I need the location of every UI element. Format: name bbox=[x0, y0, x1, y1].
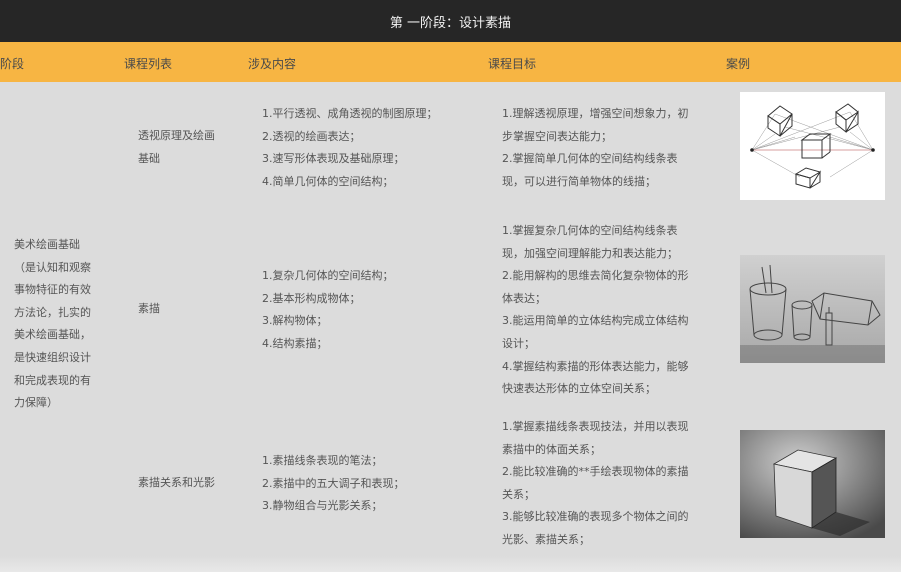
stage-line: 力保障） bbox=[14, 396, 58, 410]
stage-line: 美术绘画基础， bbox=[14, 328, 91, 342]
goal-cell: 1.理解透视原理，增强空间想象力，初 步掌握空间表达能力； 2.掌握简单几何体的… bbox=[502, 103, 689, 193]
content-line: 2.素描中的五大调子和表现； bbox=[262, 476, 405, 490]
goal-line: 素描中的体面关系； bbox=[502, 442, 601, 456]
course-line: 透视原理及绘画 bbox=[138, 129, 215, 142]
content-line: 3.静物组合与光影关系； bbox=[262, 499, 383, 513]
page-title: 第 一阶段：设计素描 bbox=[389, 15, 512, 31]
goal-line: 快速表达形体的立体空间关系； bbox=[502, 382, 656, 396]
bottom-fade bbox=[0, 556, 901, 572]
course-line: 素描关系和光影 bbox=[138, 476, 215, 489]
page-title-bar: 第 一阶段：设计素描 bbox=[0, 0, 901, 42]
goal-line: 4.掌握结构素描的形体表达能力，能够 bbox=[502, 359, 689, 373]
header-goal: 课程目标 bbox=[488, 57, 537, 71]
goal-line: 体表达； bbox=[502, 291, 546, 305]
header-case: 案例 bbox=[726, 57, 751, 71]
goal-line: 关系； bbox=[502, 487, 535, 501]
goal-line: 现，加强空间理解能力和表达能力； bbox=[502, 246, 678, 260]
stage-cell: 美术绘画基础 （是认知和观察 事物特征的有效 方法论，扎实的 美术绘画基础， 是… bbox=[14, 234, 91, 415]
content-line: 1.复杂几何体的空间结构； bbox=[262, 269, 394, 282]
course-cell: 素描 bbox=[138, 298, 160, 321]
course-line: 素描 bbox=[138, 302, 160, 315]
goal-line: 2.能用解构的思维去简化复杂物体的形 bbox=[502, 269, 689, 283]
stage-line: 是快速组织设计 bbox=[14, 350, 91, 364]
perspective-sketch-icon bbox=[740, 92, 885, 200]
content-line: 4.简单几何体的空间结构； bbox=[262, 174, 394, 188]
header-content: 涉及内容 bbox=[248, 57, 297, 71]
course-line: 基础 bbox=[138, 151, 160, 165]
content-line: 3.速写形体表现及基础原理； bbox=[262, 152, 405, 166]
goal-line: 1.掌握复杂几何体的空间结构线条表 bbox=[502, 224, 678, 237]
content-line: 2.透视的绘画表达； bbox=[262, 129, 361, 143]
header-stage: 阶段 bbox=[0, 57, 25, 71]
shaded-cube-icon bbox=[740, 430, 885, 538]
table-header: 阶段 课程列表 涉及内容 课程目标 案例 bbox=[0, 42, 901, 82]
goal-line: 现，可以进行简单物体的线描； bbox=[502, 174, 656, 188]
content-line: 1.平行透视、成角透视的制图原理； bbox=[262, 107, 438, 120]
content-line: 1.素描线条表现的笔法； bbox=[262, 454, 383, 467]
goal-line: 2.掌握简单几何体的空间结构线条表 bbox=[502, 152, 678, 166]
stage-line: （是认知和观察 bbox=[14, 260, 91, 274]
goal-line: 步掌握空间表达能力； bbox=[502, 129, 612, 143]
content-line: 3.解构物体； bbox=[262, 314, 328, 328]
goal-line: 1.理解透视原理，增强空间想象力，初 bbox=[502, 107, 689, 120]
stage-line: 美术绘画基础 bbox=[14, 238, 80, 251]
header-course: 课程列表 bbox=[124, 57, 173, 71]
course-cell: 透视原理及绘画 基础 bbox=[138, 125, 215, 170]
stage-line: 方法论，扎实的 bbox=[14, 305, 91, 319]
stage-line: 事物特征的有效 bbox=[14, 283, 91, 297]
content-cell: 1.素描线条表现的笔法； 2.素描中的五大调子和表现； 3.静物组合与光影关系； bbox=[262, 450, 405, 518]
goal-cell: 1.掌握素描线条表现技法，并用以表现 素描中的体面关系； 2.能比较准确的**手… bbox=[502, 416, 689, 552]
content-line: 4.结构素描； bbox=[262, 336, 328, 350]
goal-line: 光影、素描关系； bbox=[502, 532, 590, 546]
content-cell: 1.复杂几何体的空间结构； 2.基本形构成物体； 3.解构物体； 4.结构素描； bbox=[262, 265, 394, 355]
course-cell: 素描关系和光影 bbox=[138, 472, 215, 495]
goal-line: 设计； bbox=[502, 336, 535, 350]
goal-line: 2.能比较准确的**手绘表现物体的素描 bbox=[502, 465, 689, 479]
goal-line: 1.掌握素描线条表现技法，并用以表现 bbox=[502, 420, 689, 433]
stage-line: 和完成表现的有 bbox=[14, 373, 91, 387]
content-cell: 1.平行透视、成角透视的制图原理； 2.透视的绘画表达； 3.速写形体表现及基础… bbox=[262, 103, 438, 193]
content-line: 2.基本形构成物体； bbox=[262, 291, 361, 305]
still-life-sketch-icon bbox=[740, 255, 885, 363]
goal-line: 3.能够比较准确的表现多个物体之间的 bbox=[502, 510, 689, 524]
goal-line: 3.能运用简单的立体结构完成立体结构 bbox=[502, 314, 689, 328]
goal-cell: 1.掌握复杂几何体的空间结构线条表 现，加强空间理解能力和表达能力； 2.能用解… bbox=[502, 220, 689, 401]
